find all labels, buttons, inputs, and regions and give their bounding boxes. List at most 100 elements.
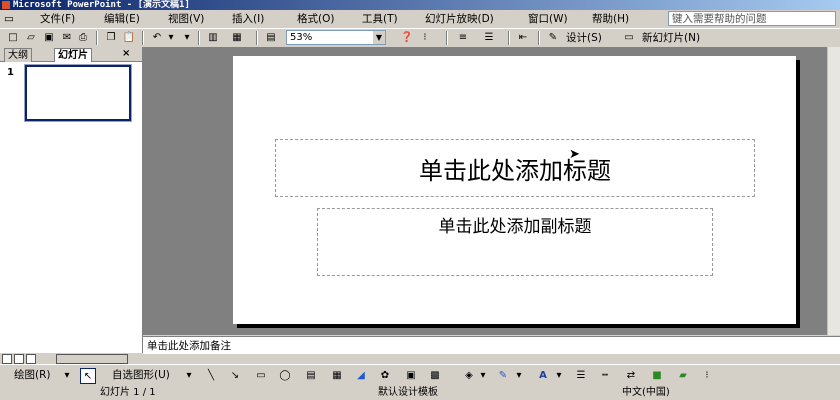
redo-dropdown-icon[interactable]: ▾ <box>180 31 194 44</box>
chevron-down-icon[interactable]: ▾ <box>552 368 566 382</box>
close-pane-icon[interactable]: × <box>122 48 130 60</box>
language-status: 中文(中国) <box>622 387 670 398</box>
text-box-icon[interactable]: ▤ <box>304 368 318 382</box>
menu-file[interactable]: 文件(F) <box>40 12 75 26</box>
menu-view[interactable]: 视图(V) <box>168 12 204 26</box>
toolbar-separator <box>142 31 144 45</box>
clip-art-icon[interactable]: ✿ <box>378 368 392 382</box>
toolbar-separator <box>198 31 200 45</box>
chevron-down-icon[interactable]: ▾ <box>512 368 526 382</box>
show-grid-icon[interactable]: ▤ <box>264 31 278 44</box>
slide-canvas[interactable]: 单击此处添加标题 单击此处添加副标题 ➤ <box>233 56 796 324</box>
pane-tabs: 大纲 幻灯片 × <box>0 47 142 62</box>
dash-style-icon[interactable]: ┅ <box>598 368 612 382</box>
line-style-icon[interactable]: ☰ <box>574 368 588 382</box>
wordart-icon[interactable]: ▦ <box>330 368 344 382</box>
chevron-down-icon[interactable]: ▾ <box>60 368 74 382</box>
menu-file-icon[interactable]: ▭ <box>4 12 14 26</box>
copy-icon[interactable]: ❐ <box>104 31 118 44</box>
autoshapes-button[interactable]: 自选图形(U) <box>112 368 170 382</box>
tab-outline[interactable]: 大纲 <box>4 48 32 62</box>
decrease-indent-icon[interactable]: ⇤ <box>516 31 530 44</box>
toolbar-separator <box>538 31 540 45</box>
chevron-down-icon[interactable]: ▾ <box>476 368 490 382</box>
save-icon[interactable]: ▣ <box>42 31 56 44</box>
menu-window[interactable]: 窗口(W) <box>528 12 568 26</box>
fill-color-icon[interactable]: ◈ <box>462 368 476 382</box>
slide-count-status: 幻灯片 1 / 1 <box>100 387 156 398</box>
template-status: 默认设计模板 <box>378 387 438 398</box>
drawing-toolbar: 绘图(R) ▾ ↖ 自选图形(U) ▾ ╲ ↘ ▭ ◯ ▤ ▦ ◢ ✿ ▣ ▩ … <box>0 364 840 386</box>
menu-insert[interactable]: 插入(I) <box>232 12 264 26</box>
email-icon[interactable]: ✉ <box>60 31 74 44</box>
arrow-icon[interactable]: ↘ <box>228 368 242 382</box>
design-button[interactable]: 设计(S) <box>566 31 602 45</box>
numbering-icon[interactable]: ≡ <box>456 31 470 44</box>
zoom-value: 53% <box>290 32 313 43</box>
draw-menu-button[interactable]: 绘图(R) <box>14 368 51 382</box>
3d-style-icon[interactable]: ▰ <box>676 368 690 382</box>
toolbar-separator <box>508 31 510 45</box>
tab-slides[interactable]: 幻灯片 <box>54 48 92 62</box>
slide-thumbnail-number: 1 <box>7 67 14 78</box>
horizontal-scrollbar[interactable] <box>56 354 128 364</box>
title-bar: Microsoft PowerPoint - [演示文稿1] <box>0 0 840 10</box>
design-icon[interactable]: ✎ <box>546 31 560 44</box>
zoom-dropdown[interactable]: 53% ▼ <box>286 30 386 45</box>
chevron-down-icon[interactable]: ▾ <box>182 368 196 382</box>
title-placeholder[interactable]: 单击此处添加标题 <box>275 139 755 197</box>
select-pointer-icon[interactable]: ↖ <box>80 368 96 384</box>
toolbar-separator <box>96 31 98 45</box>
slide-workspace: 单击此处添加标题 单击此处添加副标题 ➤ <box>143 47 840 335</box>
shadow-style-icon[interactable]: ■ <box>650 368 664 382</box>
subtitle-placeholder[interactable]: 单击此处添加副标题 <box>317 208 713 276</box>
standard-toolbar: □ ▱ ▣ ✉ ⎙ ❐ 📋 ↶ ▾ ▾ ▥ ▦ ▤ 53% ▼ ❓ ⁝ ≡ ☰ … <box>0 29 840 48</box>
picture-icon[interactable]: ▣ <box>404 368 418 382</box>
notes-pane[interactable]: 单击此处添加备注 <box>143 336 840 354</box>
vertical-scrollbar[interactable] <box>827 47 840 335</box>
new-slide-icon[interactable]: ▭ <box>622 31 636 44</box>
print-icon[interactable]: ⎙ <box>76 31 90 44</box>
slide-sorter-view-icon[interactable] <box>14 354 24 364</box>
menu-format[interactable]: 格式(O) <box>297 12 334 26</box>
diagram-icon[interactable]: ◢ <box>354 368 368 382</box>
undo-icon[interactable]: ↶ <box>150 31 164 44</box>
table-icon[interactable]: ▦ <box>230 31 244 44</box>
view-buttons-bar <box>0 353 142 364</box>
menu-slideshow[interactable]: 幻灯片放映(D) <box>425 12 494 26</box>
line-color-icon[interactable]: ✎ <box>496 368 510 382</box>
line-icon[interactable]: ╲ <box>204 368 218 382</box>
powerpoint-app-icon <box>2 1 10 9</box>
toolbar-separator <box>446 31 448 45</box>
menu-tools[interactable]: 工具(T) <box>362 12 398 26</box>
window-title: Microsoft PowerPoint - [演示文稿1] <box>13 0 190 10</box>
insert-image-icon[interactable]: ▩ <box>428 368 442 382</box>
rectangle-icon[interactable]: ▭ <box>254 368 268 382</box>
menu-bar: ▭ 文件(F) 编辑(E) 视图(V) 插入(I) 格式(O) 工具(T) 幻灯… <box>0 10 840 29</box>
help-search-input[interactable]: 键入需要帮助的问题 <box>668 11 836 26</box>
oval-icon[interactable]: ◯ <box>278 368 292 382</box>
toolbar-options-icon[interactable]: ⁝ <box>700 368 714 382</box>
font-color-icon[interactable]: A <box>536 368 550 382</box>
slides-pane: 大纲 幻灯片 × 1 <box>0 47 143 353</box>
status-bar: 幻灯片 1 / 1 默认设计模板 中文(中国) <box>0 385 840 400</box>
open-folder-icon[interactable]: ▱ <box>24 31 38 44</box>
toolbar-separator <box>256 31 258 45</box>
menu-help[interactable]: 帮助(H) <box>592 12 629 26</box>
normal-view-icon[interactable] <box>2 354 12 364</box>
bullets-icon[interactable]: ☰ <box>482 31 496 44</box>
new-document-icon[interactable]: □ <box>6 31 20 44</box>
slide-thumbnail[interactable] <box>25 65 131 121</box>
chevron-down-icon: ▼ <box>373 31 385 44</box>
arrow-style-icon[interactable]: ⇄ <box>624 368 638 382</box>
new-slide-button[interactable]: 新幻灯片(N) <box>642 31 700 45</box>
menu-edit[interactable]: 编辑(E) <box>104 12 140 26</box>
help-icon[interactable]: ❓ <box>400 31 414 44</box>
slideshow-view-icon[interactable] <box>26 354 36 364</box>
toolbar-options-icon[interactable]: ⁝ <box>418 31 432 44</box>
paste-icon[interactable]: 📋 <box>122 31 136 44</box>
mouse-cursor-icon: ➤ <box>569 147 580 162</box>
chart-icon[interactable]: ▥ <box>206 31 220 44</box>
undo-dropdown-icon[interactable]: ▾ <box>164 31 178 44</box>
notes-placeholder: 单击此处添加备注 <box>147 340 231 352</box>
